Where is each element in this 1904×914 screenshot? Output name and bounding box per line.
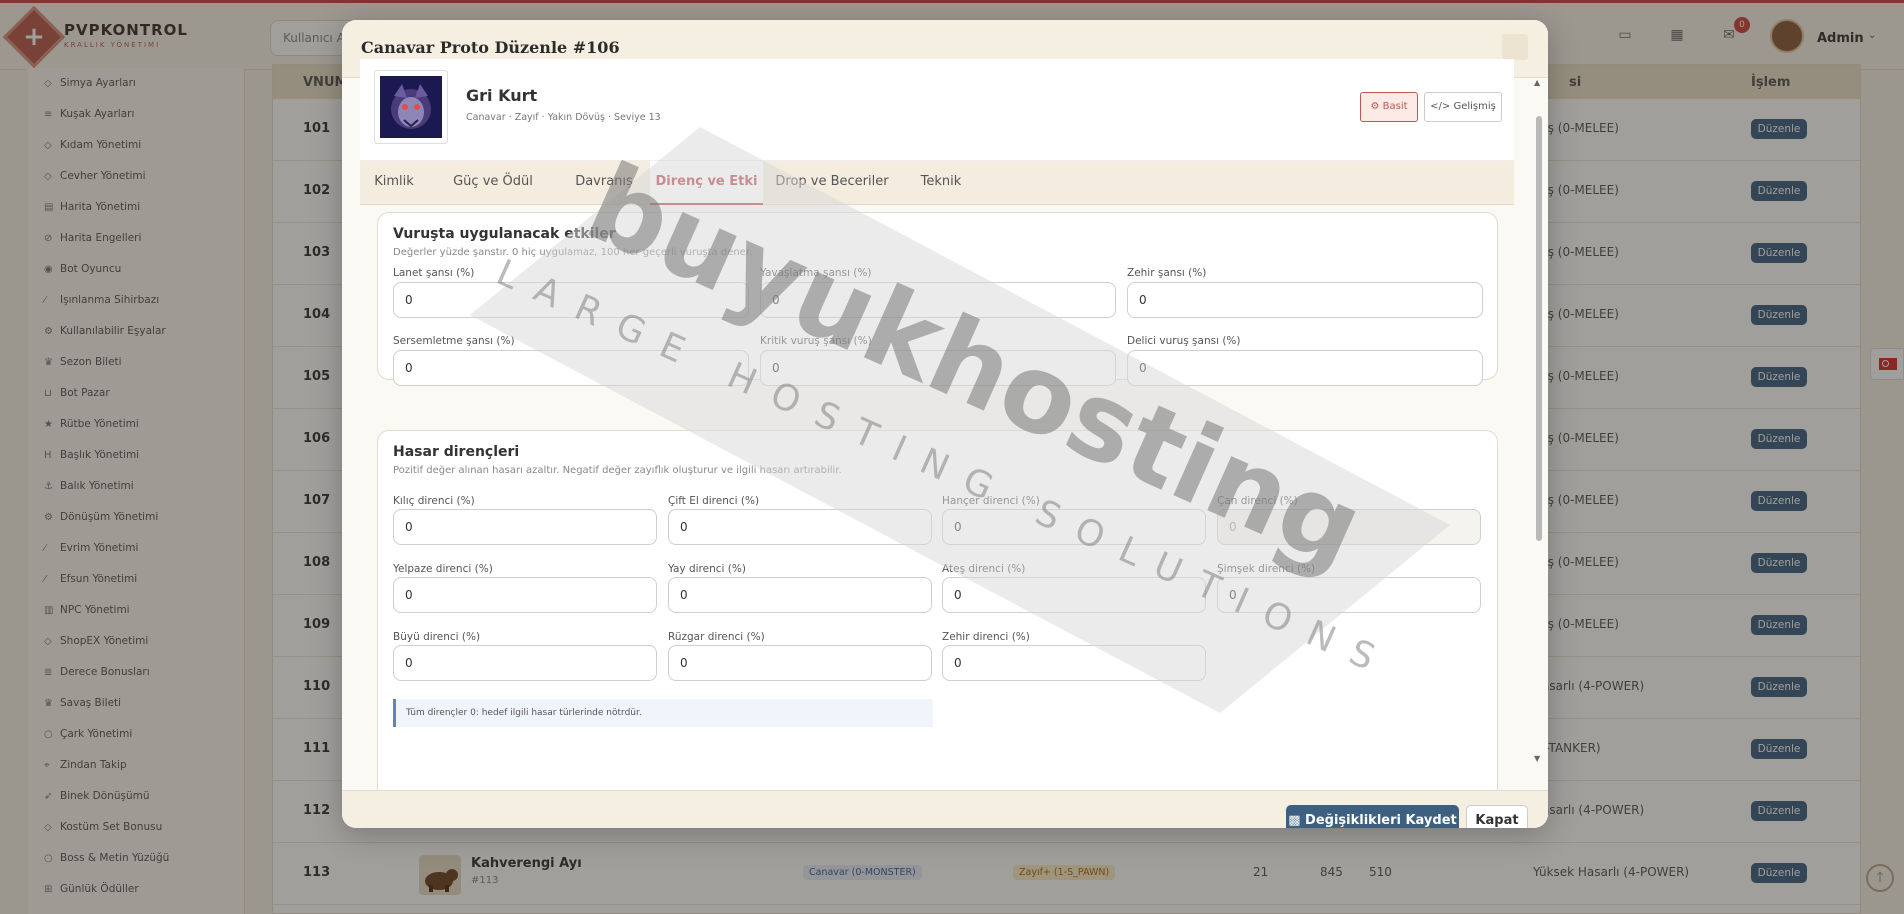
field-label: Büyü direnci (%) <box>393 631 481 643</box>
field-label: Zehir direnci (%) <box>942 631 1030 643</box>
resist-input[interactable]: 0 <box>942 645 1206 681</box>
cancel-button[interactable]: Kapat <box>1466 805 1528 828</box>
wolf-portrait-icon <box>380 76 442 138</box>
field-label: Yay direnci (%) <box>668 563 746 575</box>
resists-title: Hasar dirençleri <box>393 444 520 460</box>
field-label: Zehir şansı (%) <box>1127 267 1207 279</box>
modal-scrollbar[interactable] <box>1536 116 1542 541</box>
poison-chance-input[interactable]: 0 <box>1127 282 1483 318</box>
tab-guc-odul[interactable]: Güç ve Ödül <box>428 161 558 205</box>
effects-title: Vuruşta uygulanacak etkiler <box>393 226 616 242</box>
mob-header: Gri Kurt Canavar · Zayıf · Yakın Dövüş ·… <box>360 59 1514 161</box>
pierce-chance-input[interactable]: 0 <box>1127 350 1483 386</box>
field-label: Hançer direnci (%) <box>942 495 1040 507</box>
field-label: Çift El direnci (%) <box>668 495 760 507</box>
tab-direnc-etki[interactable]: Direnç ve Etki <box>650 161 763 205</box>
tab-davranis[interactable]: Davranış <box>558 161 650 205</box>
edit-mob-modal: Canavar Proto Düzenle #106 ▲ ▼ Gri Kurt … <box>342 20 1548 828</box>
resist-input[interactable]: 0 <box>942 509 1206 545</box>
field-label: Delici vuruş şansı (%) <box>1127 335 1241 347</box>
modal-title: Canavar Proto Düzenle #106 <box>361 38 620 57</box>
resist-input[interactable]: 0 <box>668 577 932 613</box>
code-icon: </> <box>1430 101 1454 112</box>
scroll-down-arrow-icon[interactable]: ▼ <box>1534 754 1540 763</box>
field-label: Çan direnci (%) <box>1217 495 1298 507</box>
field-label: Kılıç direnci (%) <box>393 495 475 507</box>
resist-input[interactable]: 0 <box>393 509 657 545</box>
resist-input[interactable]: 0 <box>942 577 1206 613</box>
field-label: Ateş direnci (%) <box>942 563 1026 575</box>
resist-input[interactable]: 0 <box>1217 577 1481 613</box>
save-label: Değişiklikleri Kaydet <box>1305 813 1457 828</box>
mode-basic-button[interactable]: ⚙ Basit <box>1360 92 1418 122</box>
resist-input[interactable]: 0 <box>668 509 932 545</box>
effects-subtitle: Değerler yüzde şanstır. 0 hiç uygulamaz,… <box>393 247 753 258</box>
resists-subtitle: Pozitif değer alınan hasarı azaltır. Neg… <box>393 465 842 476</box>
resist-input[interactable]: 0 <box>393 645 657 681</box>
curse-chance-input[interactable]: 0 <box>393 282 749 318</box>
resist-note: Tüm dirençler 0: hedef ilgili hasar türl… <box>393 699 933 727</box>
field-label: Sersemletme şansı (%) <box>393 335 515 347</box>
stun-chance-input[interactable]: 0 <box>393 350 749 386</box>
critical-chance-input[interactable]: 0 <box>760 350 1116 386</box>
scroll-up-arrow-icon[interactable]: ▲ <box>1534 78 1540 87</box>
resist-input[interactable]: 0 <box>393 577 657 613</box>
tab-drop-beceriler[interactable]: Drop ve Beceriler <box>763 161 901 205</box>
field-label: Yavaşlatma şansı (%) <box>760 267 872 279</box>
field-label: Kritik vuruş şansı (%) <box>760 335 872 347</box>
field-label: Lanet şansı (%) <box>393 267 475 279</box>
field-label: Rüzgar direnci (%) <box>668 631 765 643</box>
mode-advanced-button[interactable]: </> Gelişmiş <box>1424 92 1502 122</box>
mob-name: Gri Kurt <box>466 86 538 105</box>
save-icon: ▩ <box>1288 813 1306 828</box>
resist-input[interactable]: 0 <box>668 645 932 681</box>
resists-card: Hasar dirençleri Pozitif değer alınan ha… <box>377 430 1498 810</box>
resist-input: 0 <box>1217 509 1481 545</box>
mob-portrait <box>374 70 448 144</box>
save-button[interactable]: ▩ Değişiklikleri Kaydet <box>1286 805 1459 828</box>
gear-icon: ⚙ <box>1370 101 1383 112</box>
field-label: Yelpaze direnci (%) <box>393 563 493 575</box>
mode-basic-label: Basit <box>1382 101 1408 112</box>
effects-card: Vuruşta uygulanacak etkiler Değerler yüz… <box>377 212 1498 386</box>
mode-advanced-label: Gelişmiş <box>1453 101 1496 112</box>
tab-kimlik[interactable]: Kimlik <box>360 161 428 205</box>
slow-chance-input[interactable]: 0 <box>760 282 1116 318</box>
tab-bar: Kimlik Güç ve Ödül Davranış Direnç ve Et… <box>360 161 1514 205</box>
mob-meta: Canavar · Zayıf · Yakın Dövüş · Seviye 1… <box>466 112 661 123</box>
tab-teknik[interactable]: Teknik <box>901 161 981 205</box>
field-label: Şimşek direnci (%) <box>1217 563 1316 575</box>
close-button[interactable] <box>1502 34 1528 60</box>
